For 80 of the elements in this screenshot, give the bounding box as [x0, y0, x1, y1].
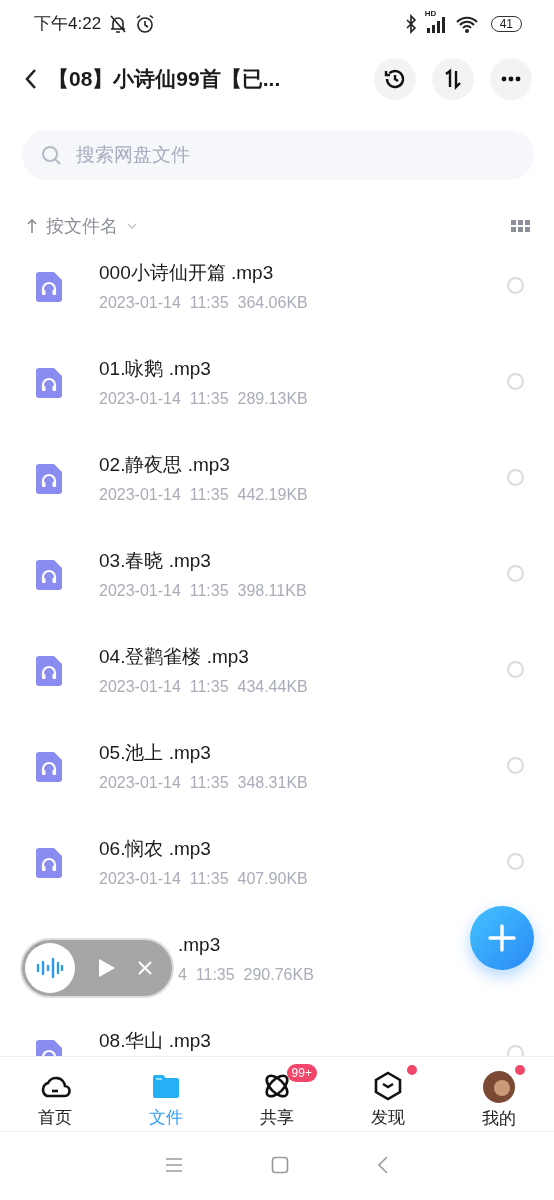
audio-file-icon: [36, 464, 62, 494]
square-icon: [271, 1156, 289, 1174]
search-field[interactable]: 搜索网盘文件: [22, 130, 534, 180]
plus-icon: [488, 924, 516, 952]
grid-view-button[interactable]: [510, 219, 530, 233]
network-type-label: HD: [424, 10, 437, 18]
file-name: 02.静夜思 .mp3: [99, 453, 231, 477]
file-row[interactable]: 03.春晓 .mp3 2023-01-14 11:35 398.11KB: [0, 536, 554, 632]
bell-off-icon: [109, 14, 128, 34]
grid-icon: [510, 219, 530, 233]
file-row[interactable]: 06.悯农 .mp3 2023-01-14 11:35 407.90KB: [0, 824, 554, 920]
back-icon: [24, 68, 38, 90]
file-name: 000小诗仙开篇 .mp3: [99, 261, 275, 285]
file-details: 2023-01-14 11:35 398.11KB: [99, 581, 307, 601]
back-icon: [377, 1156, 389, 1174]
audio-file-icon: [36, 656, 62, 686]
folder-icon: [151, 1072, 182, 1101]
sound-wave-icon: [36, 957, 64, 979]
file-name: 05.池上 .mp3: [99, 741, 212, 765]
page-title: 【08】小诗仙99首【已...: [48, 66, 281, 93]
select-radio[interactable]: [507, 373, 524, 390]
select-radio[interactable]: [507, 565, 524, 582]
back-button[interactable]: [24, 68, 38, 90]
wifi-icon: [454, 14, 479, 34]
file-row[interactable]: 05.池上 .mp3 2023-01-14 11:35 348.31KB: [0, 728, 554, 824]
file-details: 2023-01-14 11:35 289.13KB: [99, 389, 308, 409]
file-details: 2023-01-14 11:35 442.19KB: [99, 485, 308, 505]
home-button[interactable]: [271, 1156, 289, 1174]
more-button[interactable]: [490, 58, 532, 100]
avatar-icon: [482, 1071, 515, 1103]
up-arrow-icon: [26, 218, 38, 234]
file-name: 08.华山 .mp3: [99, 1029, 211, 1053]
audio-file-icon: [36, 560, 62, 590]
file-details: 2023-01-14 11:35 348.31KB: [99, 773, 308, 793]
history-button[interactable]: [374, 58, 416, 100]
search-icon: [40, 144, 62, 166]
file-details: 2023-01-14 11:35 434.44KB: [99, 677, 308, 697]
file-name: 06.悯农 .mp3: [99, 837, 212, 861]
nav-tab[interactable]: 共享 99+: [221, 1057, 333, 1131]
audio-file-icon: [36, 272, 62, 302]
menu-button[interactable]: [165, 1157, 183, 1173]
nav-tab[interactable]: 发现: [332, 1057, 444, 1131]
file-row[interactable]: 01.咏鹅 .mp3 2023-01-14 11:35 289.13KB: [0, 344, 554, 440]
file-row[interactable]: 02.静夜思 .mp3 2023-01-14 11:35 442.19KB: [0, 440, 554, 536]
select-radio[interactable]: [507, 757, 524, 774]
audio-file-icon: [36, 368, 62, 398]
bluetooth-icon: [404, 14, 417, 34]
status-time: 下午4:22: [34, 13, 102, 36]
select-radio[interactable]: [507, 853, 524, 870]
file-row[interactable]: 000小诗仙开篇 .mp3 2023-01-14 11:35 364.06KB: [0, 248, 554, 344]
nav-tab[interactable]: 首页: [0, 1057, 111, 1131]
more-icon: [501, 76, 521, 82]
cube-icon: [372, 1071, 403, 1102]
alarm-icon: [135, 14, 156, 34]
file-name: 01.咏鹅 .mp3: [99, 357, 212, 381]
menu-icon: [165, 1157, 183, 1173]
file-name: .mp3: [178, 933, 222, 957]
add-button[interactable]: [470, 906, 534, 970]
caret-icon: [126, 220, 138, 232]
audio-file-icon: [36, 752, 62, 782]
select-radio[interactable]: [507, 277, 524, 294]
audio-player[interactable]: [20, 938, 174, 998]
close-icon: [137, 960, 153, 976]
transfer-button[interactable]: [432, 58, 474, 100]
file-details: 4 11:35 290.76KB: [178, 965, 314, 985]
play-button[interactable]: [97, 957, 117, 979]
notification-badge: 99+: [286, 1064, 317, 1082]
audio-file-icon: [36, 848, 62, 878]
select-radio[interactable]: [507, 661, 524, 678]
signal-icon: [424, 14, 447, 34]
close-button[interactable]: [137, 960, 153, 976]
file-row[interactable]: 04.登鹳雀楼 .mp3 2023-01-14 11:35 434.44KB: [0, 632, 554, 728]
select-radio[interactable]: [507, 469, 524, 486]
file-name: 03.春晓 .mp3: [99, 549, 212, 573]
file-name: 04.登鹳雀楼 .mp3: [99, 645, 250, 669]
nav-tab[interactable]: 我的: [443, 1057, 554, 1131]
file-details: 2023-01-14 11:35 364.06KB: [99, 293, 308, 313]
play-icon: [97, 957, 117, 979]
clock-icon: [383, 67, 407, 91]
file-details: 2023-01-14 11:35 407.90KB: [99, 869, 308, 889]
